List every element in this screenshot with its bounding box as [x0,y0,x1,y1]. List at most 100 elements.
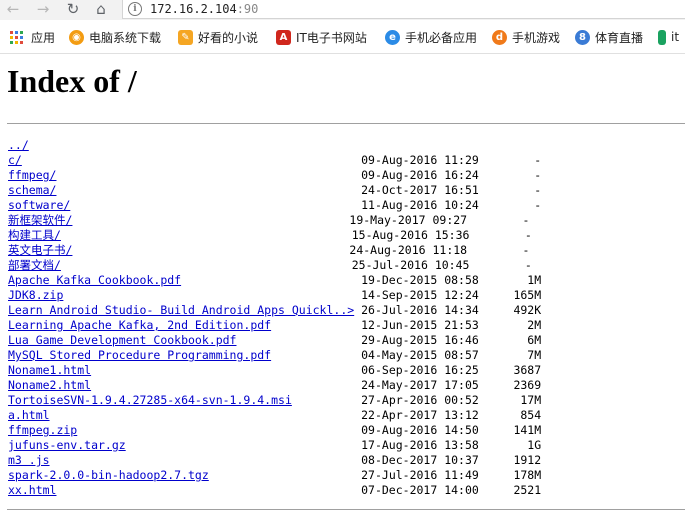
file-size: - [534,153,542,167]
listing-row: Noname2.html 24-May-2017 17:05 2369 [8,378,541,393]
file-link[interactable]: Learn Android Studio- Build Android Apps… [8,303,354,317]
listing-row: TortoiseSVN-1.9.4.27285-x64-svn-1.9.4.ms… [8,393,541,408]
file-link[interactable]: Learning Apache Kafka, 2nd Edition.pdf [8,318,271,332]
file-link[interactable]: schema/ [8,183,56,197]
bookmark-phone-games[interactable]: d 手机游戏 [492,28,560,46]
listing-row: xx.html 07-Dec-2017 14:00 2521 [8,483,541,498]
file-date: 04-May-2015 08:57 [361,348,479,362]
bookmark-apps[interactable]: 应用 [10,28,55,46]
file-link[interactable]: 构建工具/ [8,228,61,242]
file-link[interactable]: m3 .js [8,453,50,467]
bookmark-label: IT电子书网站 [296,30,367,45]
bookmark-novel[interactable]: ✎ 好看的小说 [178,28,258,46]
file-link[interactable]: TortoiseSVN-1.9.4.27285-x64-svn-1.9.4.ms… [8,393,292,407]
listing-row: m3 .js 08-Dec-2017 10:37 1912 [8,453,541,468]
file-link[interactable]: JDK8.zip [8,288,63,302]
listing-row: JDK8.zip 14-Sep-2015 12:24 165M [8,288,541,303]
bookmark-phone-apps[interactable]: e 手机必备应用 [385,28,477,46]
file-size: 178M [513,468,542,482]
file-date: 12-Jun-2015 21:53 [361,318,479,332]
file-date: 27-Jul-2016 11:49 [361,468,479,482]
file-date: 11-Aug-2016 10:24 [361,198,479,212]
bookmark-label: 手机必备应用 [405,30,478,45]
bookmark-sports-live[interactable]: 8 体育直播 [575,28,643,46]
address-bar[interactable]: i 172.16.2.104:90 [122,0,685,19]
novel-icon: ✎ [178,29,193,45]
file-date: 22-Apr-2017 13:12 [361,408,479,422]
file-link[interactable]: 部署文档/ [8,258,61,272]
apps-grid-icon [10,30,23,44]
file-size: 1G [527,438,542,452]
listing-row: Apache Kafka Cookbook.pdf 19-Dec-2015 08… [8,273,541,288]
file-link[interactable]: 英文电子书/ [8,243,72,257]
file-size: - [534,198,542,212]
listing-row: ffmpeg/ 09-Aug-2016 16:24 - [8,168,541,183]
sports-icon: 8 [575,29,590,45]
file-link[interactable]: ffmpeg.zip [8,423,77,437]
url-host: 172.16.2.104 [150,2,237,16]
back-arrow-icon[interactable]: ← [2,0,24,18]
file-size: 165M [513,288,542,302]
file-date: 24-Aug-2016 11:18 [349,243,468,257]
file-size: - [522,243,530,257]
bookmark-label: 体育直播 [595,30,644,45]
file-link[interactable]: c/ [8,153,22,167]
file-size: 7M [527,348,542,362]
listing-row: c/ 09-Aug-2016 11:29 - [8,153,541,168]
bookmarks-bar: 应用 ◉ 电脑系统下载 ✎ 好看的小说 A IT电子书网站 e 手机必备应用 d… [0,20,685,54]
file-link[interactable]: ../ [8,138,29,152]
bookmark-it-ebooks[interactable]: A IT电子书网站 [276,28,367,46]
file-link[interactable]: Noname2.html [8,378,91,392]
file-size: 17M [520,393,542,407]
file-link[interactable]: xx.html [8,483,56,497]
bookmark-system-download[interactable]: ◉ 电脑系统下载 [69,28,161,46]
file-date: 09-Aug-2016 16:24 [361,168,479,182]
file-size: 492K [513,303,542,317]
home-icon[interactable]: ⌂ [90,0,112,18]
bookmark-label: 应用 [31,30,56,45]
bookmark-label: 手机游戏 [512,30,561,45]
globe-icon: e [385,29,400,45]
file-date: 06-Sep-2016 16:25 [361,363,479,377]
listing-row: MySQL Stored Procedure Programming.pdf 0… [8,348,541,363]
listing-row: Lua Game Development Cookbook.pdf 29-Aug… [8,333,541,348]
site-info-icon[interactable]: i [128,2,142,16]
file-date: 24-May-2017 17:05 [361,378,479,392]
listing-row: software/ 11-Aug-2016 10:24 - [8,198,541,213]
file-link[interactable]: jufuns-env.tar.gz [8,438,126,452]
divider-top [7,123,685,124]
listing-row: Learn Android Studio- Build Android Apps… [8,303,541,318]
reload-icon[interactable]: ↻ [62,0,84,18]
bookmark-it[interactable]: it [658,28,679,46]
file-date: 17-Aug-2016 13:58 [361,438,479,452]
forward-arrow-icon[interactable]: → [32,0,54,18]
file-size: 1912 [513,453,542,467]
url-port: :90 [236,2,259,16]
file-link[interactable]: Noname1.html [8,363,91,377]
file-link[interactable]: software/ [8,198,70,212]
game-icon: d [492,29,507,45]
listing-row: 部署文档/ 25-Jul-2016 10:45 - [8,258,541,273]
file-date: 19-May-2017 09:27 [349,213,468,227]
file-size: 2521 [513,483,542,497]
file-link[interactable]: MySQL Stored Procedure Programming.pdf [8,348,271,362]
divider-bottom [7,509,685,510]
file-link[interactable]: ffmpeg/ [8,168,56,182]
file-date: 09-Aug-2016 11:29 [361,153,479,167]
file-date: 25-Jul-2016 10:45 [351,258,470,272]
url-text: 172.16.2.104:90 [150,1,258,17]
file-link[interactable]: 新框架软件/ [8,213,72,227]
file-link[interactable]: Lua Game Development Cookbook.pdf [8,333,236,347]
file-size: 2369 [513,378,542,392]
file-link[interactable]: Apache Kafka Cookbook.pdf [8,273,181,287]
listing-row: ../ [8,138,541,153]
listing-row: jufuns-env.tar.gz 17-Aug-2016 13:58 1G [8,438,541,453]
file-link[interactable]: spark-2.0.0-bin-hadoop2.7.tgz [8,468,209,482]
file-date: 19-Dec-2015 08:58 [361,273,479,287]
file-size: - [534,168,542,182]
file-date: 14-Sep-2015 12:24 [361,288,479,302]
file-size: 2M [527,318,542,332]
file-size: - [522,213,530,227]
file-link[interactable]: a.html [8,408,50,422]
browser-toolbar: ← → ↻ ⌂ i 172.16.2.104:90 [0,0,685,20]
